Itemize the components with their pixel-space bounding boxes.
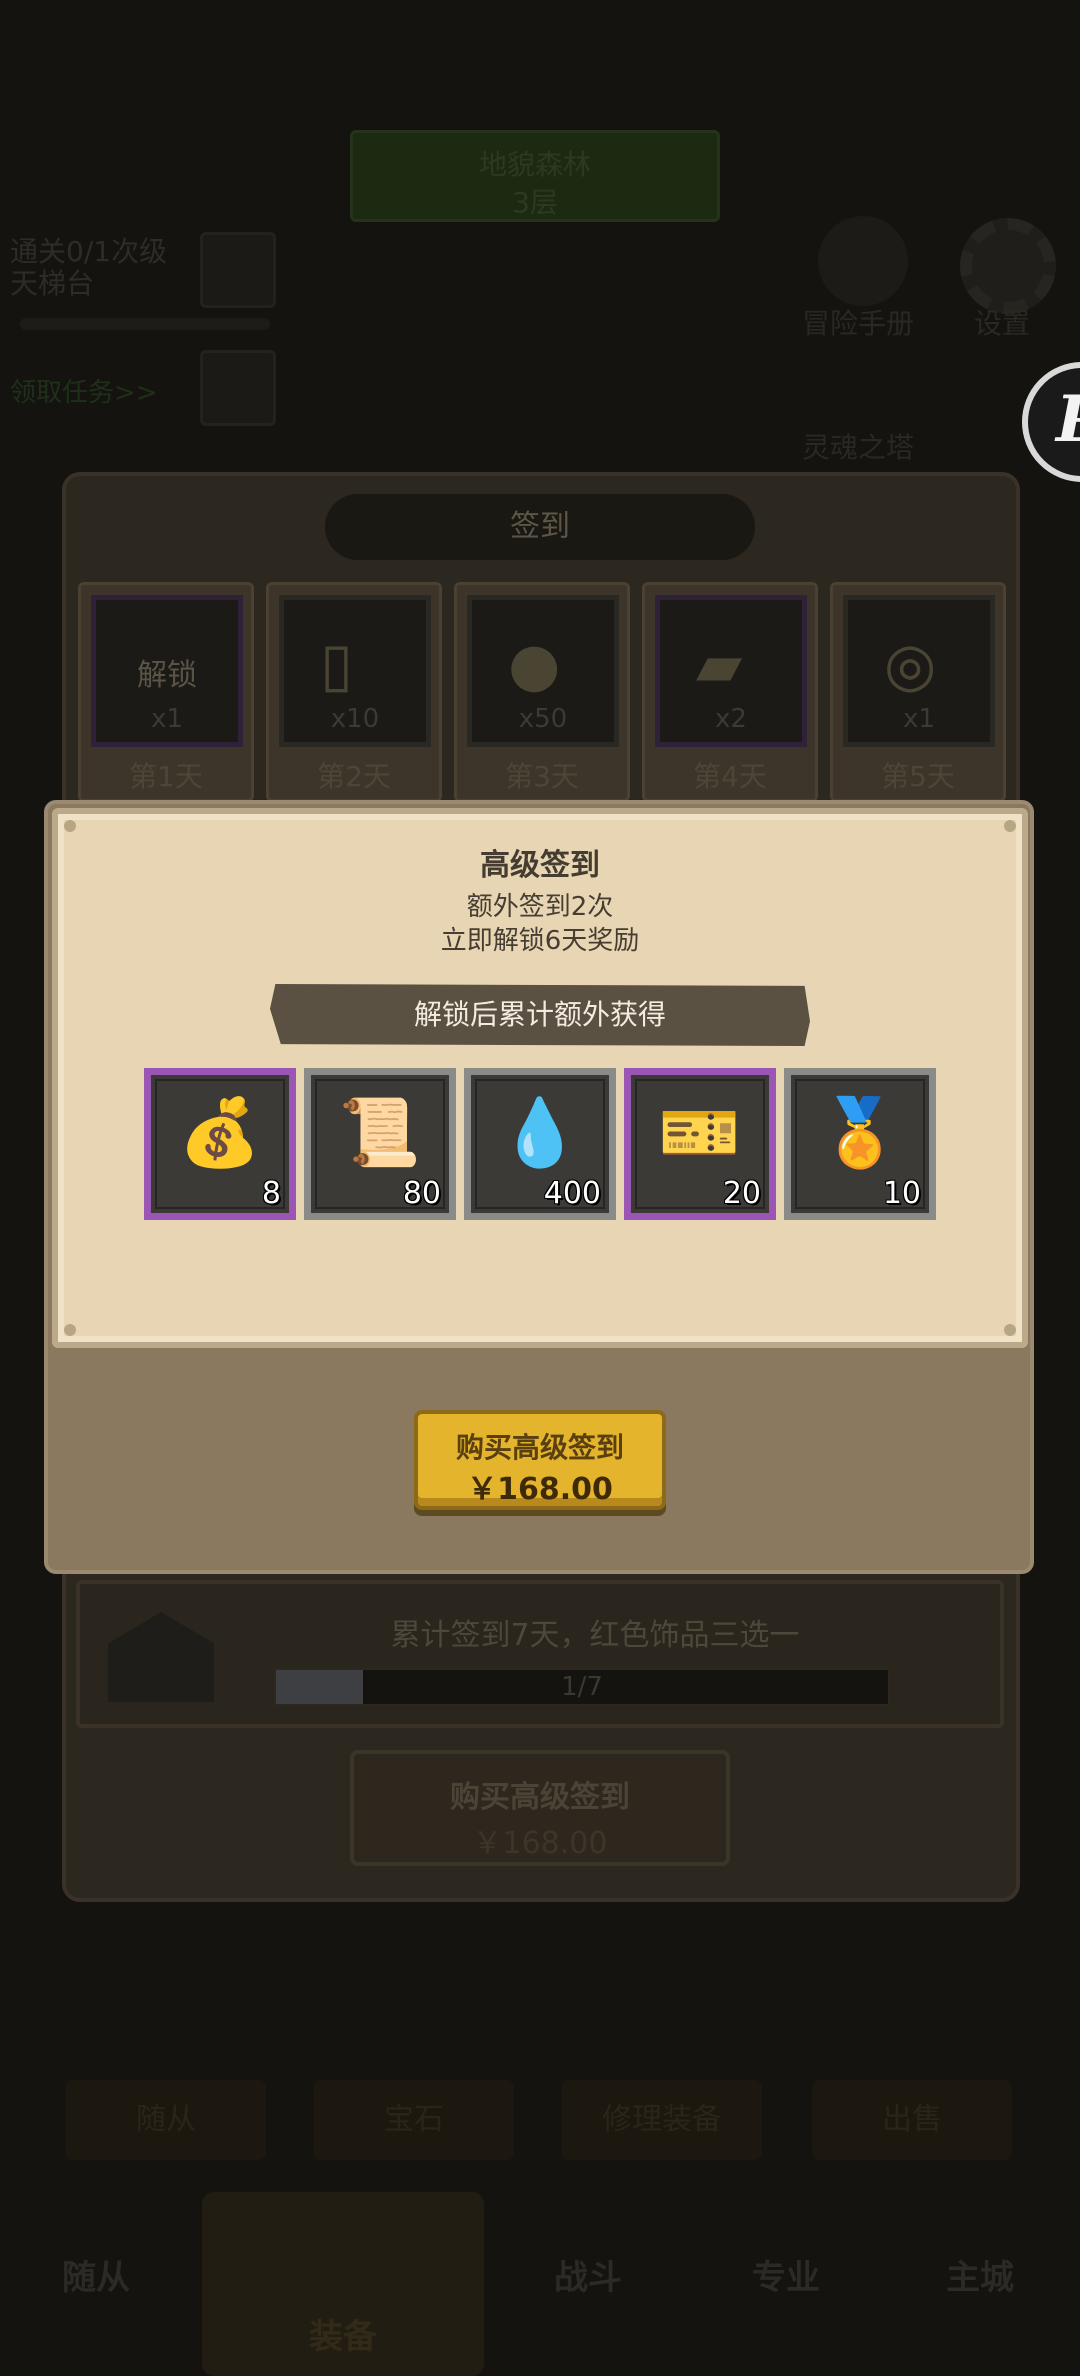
adventure-book-icon [818, 216, 908, 306]
reward-slot: 🎫 20 [624, 1068, 776, 1220]
repair-button: 修理装备 [562, 2080, 762, 2160]
day-label: 第5天 [881, 760, 955, 793]
soul-tower-label: 灵魂之塔 [802, 431, 915, 464]
nav-equip: 装备 [202, 2192, 484, 2376]
gem-button: 宝石 [314, 2080, 514, 2160]
day-label: 第1天 [129, 760, 203, 793]
reward-slot: 💰 8 [144, 1068, 296, 1220]
day-label: 第3天 [505, 760, 579, 793]
parchment-corner [64, 820, 76, 832]
parchment-corner [64, 1324, 76, 1336]
cumulative-reward-row: 累计签到7天，红色饰品三选一 1/7 [76, 1580, 1004, 1728]
gold-pile-icon: 💰 [178, 1094, 262, 1171]
bg-buy-price: ￥168.00 [472, 1826, 608, 1861]
quest-link: 领取任务>> [10, 378, 158, 408]
game-screen: 地貌森林 3层 通关0/1次级天梯台 领取任务>> 冒险手册 设置 灵魂之塔 P… [0, 0, 1080, 2376]
day-label: 第4天 [693, 760, 767, 793]
day-qty: x10 [330, 704, 380, 734]
settings-label: 设置 [974, 307, 1031, 340]
quest-slot [200, 350, 276, 426]
blue-spirit-icon: ● [508, 630, 561, 700]
bg-buy-premium-button: 购买高级签到 ￥168.00 [350, 1750, 730, 1866]
followers-button: 随从 [66, 2080, 266, 2160]
cumulative-progress-bar: 1/7 [274, 1668, 890, 1706]
reward-count: 80 [402, 1176, 441, 1211]
day-reward-box: ◎ x1 [843, 595, 995, 747]
day-card: ▰ x2 第4天 [642, 582, 818, 802]
reward-count: 8 [261, 1176, 281, 1211]
gear-icon [960, 218, 1056, 314]
modal-title: 高级签到 [480, 848, 600, 883]
reward-slot: 📜 80 [304, 1068, 456, 1220]
modal-subtitle-unlock: 立即解锁6天奖励 [440, 926, 640, 956]
chest-icon [108, 1612, 214, 1702]
buy-premium-signin-button[interactable]: 购买高级签到 ￥168.00 [414, 1410, 666, 1510]
day-qty: x2 [715, 704, 747, 734]
parchment-corner [1004, 820, 1016, 832]
cumulative-text: 累计签到7天，红色饰品三选一 [390, 1618, 800, 1653]
nav-skill: 专业 [752, 2258, 820, 2298]
bg-buy-label: 购买高级签到 [450, 1780, 630, 1815]
rewards-banner: 解锁后累计额外获得 [270, 984, 810, 1046]
reward-slot: 🏅 10 [784, 1068, 936, 1220]
nav-followers: 随从 [62, 2258, 130, 2298]
day-qty: x1 [151, 704, 183, 734]
modal-subtitle-extra: 额外签到2次 [466, 892, 614, 922]
day-card: ▯ x10 第2天 [266, 582, 442, 802]
sell-button: 出售 [812, 2080, 1012, 2160]
day-reward-box: ● x50 [467, 595, 619, 747]
quest-progress-bar [20, 318, 270, 330]
quest-slot [200, 232, 276, 308]
day-reward-box: ▰ x2 [655, 595, 807, 747]
adventure-book-label: 冒险手册 [802, 307, 915, 340]
blue-spirit-icon: 💧 [498, 1094, 582, 1171]
buy-button-label: 购买高级签到 [455, 1431, 624, 1464]
scroll-icon: ▯ [320, 630, 354, 700]
map-floor: 3层 [512, 186, 558, 219]
gold-medal-icon: ◎ [884, 630, 937, 700]
map-name: 地貌森林 [478, 148, 591, 181]
reward-count: 20 [722, 1176, 761, 1211]
gold-medal-icon: 🏅 [818, 1094, 902, 1171]
signin-dialog-title: 签到 [325, 494, 755, 560]
day-qty: x1 [903, 704, 935, 734]
parchment-corner [1004, 1324, 1016, 1336]
unlock-label: 解锁 [137, 658, 197, 693]
day-card: ◎ x1 第5天 [830, 582, 1006, 802]
gold-ticket-icon: 🎫 [658, 1094, 742, 1171]
buy-button-price: ￥168.00 [467, 1472, 613, 1507]
quest-text: 通关0/1次级天梯台 [10, 235, 168, 300]
floating-p-badge[interactable]: P [1022, 362, 1080, 482]
day-card: 解锁 x1 第1天 [78, 582, 254, 802]
nav-battle: 战斗 [554, 2258, 622, 2298]
nav-city: 主城 [946, 2258, 1014, 2298]
map-banner: 地貌森林 3层 [350, 130, 720, 222]
day-label: 第2天 [317, 760, 391, 793]
day-qty: x50 [518, 704, 568, 734]
scroll-icon: 📜 [338, 1094, 422, 1171]
reward-count: 400 [543, 1176, 601, 1211]
progress-text: 1/7 [561, 1672, 603, 1702]
reward-slot: 💧 400 [464, 1068, 616, 1220]
day-reward-box: 解锁 x1 [91, 595, 243, 747]
day-reward-box: ▯ x10 [279, 595, 431, 747]
reward-count: 10 [882, 1176, 921, 1211]
gold-ticket-icon: ▰ [696, 630, 743, 700]
day-card: ● x50 第3天 [454, 582, 630, 802]
